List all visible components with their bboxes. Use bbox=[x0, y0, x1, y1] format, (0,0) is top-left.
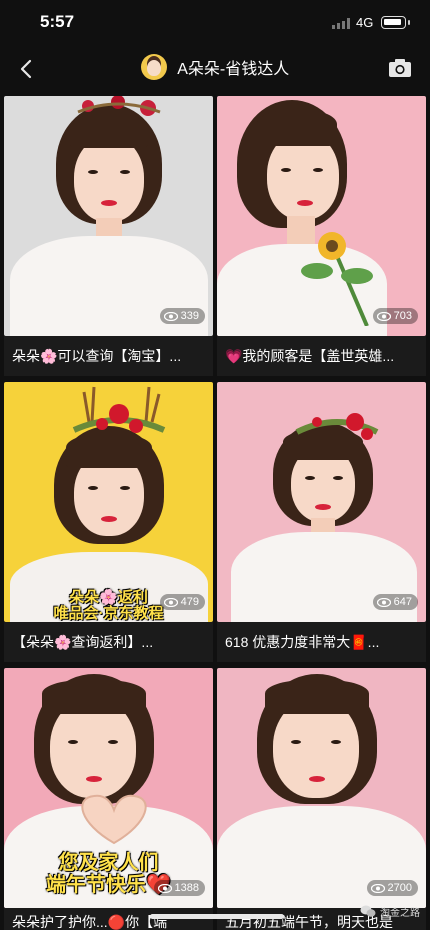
avatar[interactable] bbox=[140, 54, 167, 80]
view-count: 479 bbox=[159, 594, 205, 610]
view-count-value: 479 bbox=[180, 596, 199, 608]
page-title: A朵朵-省钱达人 bbox=[177, 61, 290, 78]
video-caption: 618 优惠力度非常大🧧... bbox=[217, 622, 426, 662]
video-caption: 朵朵🌸可以查询【淘宝】... bbox=[4, 336, 213, 376]
video-thumbnail[interactable]: 339 bbox=[4, 96, 213, 336]
nav-bar: A朵朵-省钱达人 bbox=[0, 50, 430, 90]
view-count-value: 703 bbox=[393, 310, 412, 322]
camera-button[interactable] bbox=[388, 58, 412, 78]
view-count-value: 2700 bbox=[387, 882, 412, 894]
view-count: 703 bbox=[372, 308, 418, 324]
eye-icon bbox=[163, 597, 178, 607]
eye-icon bbox=[370, 883, 385, 893]
watermark-text: 淘金之路 bbox=[380, 908, 420, 919]
view-count: 2700 bbox=[366, 880, 418, 896]
video-caption: 朵朵护了护你...🔴你【端 bbox=[4, 908, 213, 930]
battery-icon bbox=[381, 16, 410, 29]
view-count-value: 339 bbox=[180, 310, 199, 322]
wechat-icon bbox=[360, 905, 376, 917]
eye-icon bbox=[376, 597, 391, 607]
view-count-value: 647 bbox=[393, 596, 412, 608]
signal-icon bbox=[332, 18, 350, 29]
watermark: 淘金之路 bbox=[360, 904, 420, 919]
video-thumbnail[interactable]: 朵朵🌸返利 唯品会·京东教程 479 bbox=[4, 382, 213, 622]
view-count-value: 1388 bbox=[174, 882, 199, 894]
eye-icon bbox=[376, 311, 391, 321]
home-indicator[interactable] bbox=[150, 914, 284, 919]
video-thumbnail[interactable]: 703 bbox=[217, 96, 426, 336]
view-count: 1388 bbox=[153, 880, 205, 896]
view-count: 339 bbox=[159, 308, 205, 324]
camera-icon bbox=[389, 59, 411, 77]
profile-title[interactable]: A朵朵-省钱达人 bbox=[0, 54, 430, 80]
network-type: 4G bbox=[356, 15, 374, 30]
video-thumbnail[interactable]: 您及家人们 端午节快乐❤️ 1388 bbox=[4, 668, 213, 908]
eye-icon bbox=[157, 883, 172, 893]
video-thumbnail[interactable]: 647 bbox=[217, 382, 426, 622]
status-bar: 5:57 4G bbox=[0, 0, 430, 46]
eye-icon bbox=[163, 311, 178, 321]
video-caption: 💗我的顾客是【盖世英雄... bbox=[217, 336, 426, 376]
view-count: 647 bbox=[372, 594, 418, 610]
video-caption: 【朵朵🌸查询返利】... bbox=[4, 622, 213, 662]
video-thumbnail[interactable]: 2700 bbox=[217, 668, 426, 908]
status-time: 5:57 bbox=[40, 12, 75, 31]
